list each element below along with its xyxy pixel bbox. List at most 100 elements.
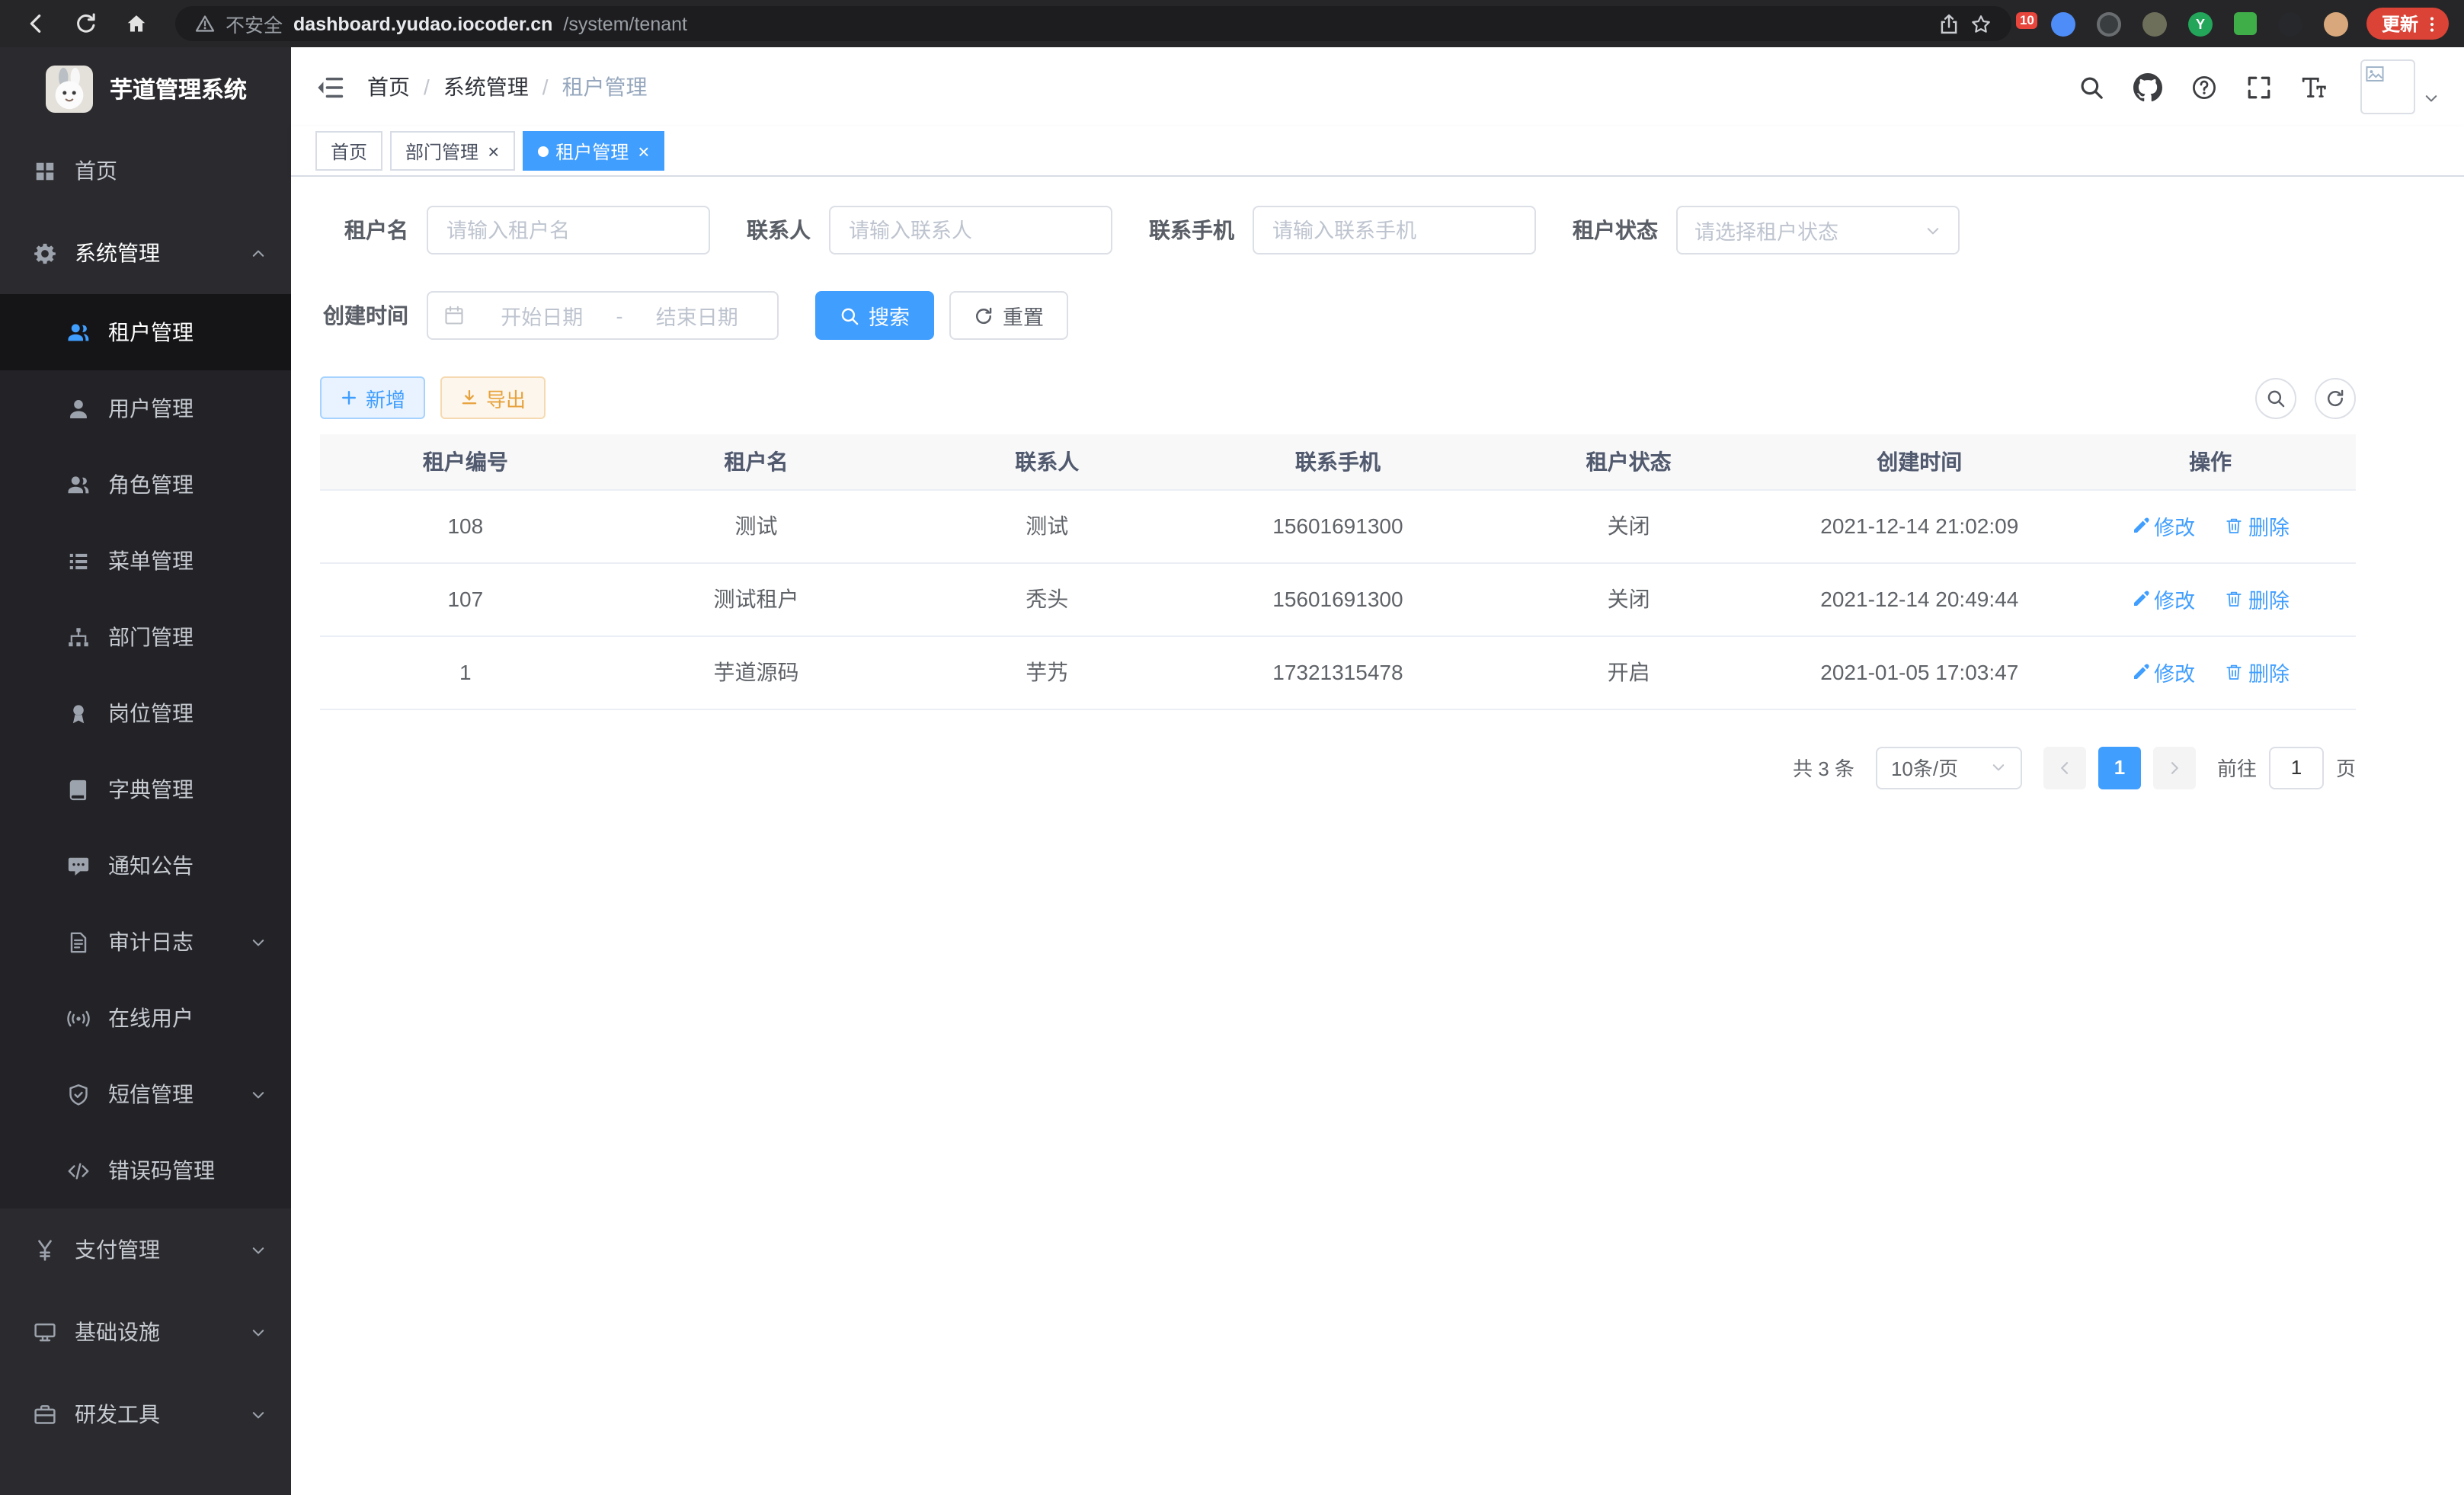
profile-avatar-icon[interactable] [2324, 11, 2348, 36]
url-path: /system/tenant [563, 13, 687, 34]
filter-create-time: 创建时间 开始日期 - 结束日期 [320, 291, 779, 340]
font-size-icon[interactable] [2301, 74, 2327, 100]
address-bar[interactable]: 不安全 dashboard.yudao.iocoder.cn/system/te… [175, 6, 2011, 41]
dict-book-icon [67, 778, 90, 801]
filter-phone: 联系手机 [1149, 206, 1536, 255]
share-icon[interactable] [1938, 13, 1960, 34]
refresh-icon [974, 306, 994, 325]
date-end-input[interactable]: 结束日期 [632, 300, 763, 331]
status-select[interactable]: 请选择租户状态 [1676, 206, 1960, 255]
toggle-search-button[interactable] [2255, 377, 2296, 418]
sidebar-item-role-management[interactable]: 角色管理 [0, 447, 291, 523]
extension-icon[interactable]: Y [2188, 11, 2213, 36]
table-row: 1 芋道源码 芋艿 17321315478 开启 2021-01-05 17:0… [320, 635, 2356, 709]
pagination-total: 共 3 条 [1793, 753, 1854, 782]
trash-icon [2226, 663, 2244, 681]
bookmark-star-icon[interactable] [1970, 13, 1992, 34]
browser-back-button[interactable] [15, 4, 55, 43]
help-icon[interactable] [2191, 74, 2217, 100]
sidebar-item-payment[interactable]: 支付管理 [0, 1208, 291, 1291]
tenant-name-input[interactable] [427, 206, 710, 255]
sidebar-item-home[interactable]: 首页 [0, 130, 291, 212]
edit-link[interactable]: 修改 [2131, 584, 2195, 614]
close-icon[interactable]: × [488, 141, 499, 161]
extension-icon[interactable] [2142, 11, 2167, 36]
sidebar-item-online-users[interactable]: 在线用户 [0, 980, 291, 1056]
export-button[interactable]: 导出 [440, 376, 546, 419]
column-header: 租户名 [611, 434, 902, 489]
prev-page-button[interactable] [2043, 746, 2086, 789]
tenant-table: 租户编号 租户名 联系人 联系手机 租户状态 创建时间 操作 108 测试 [320, 434, 2356, 709]
extension-icon[interactable] [2278, 11, 2302, 36]
breadcrumb-home[interactable]: 首页 [367, 72, 410, 102]
next-page-button[interactable] [2153, 746, 2196, 789]
edit-link[interactable]: 修改 [2131, 657, 2195, 687]
sidebar-item-menu-management[interactable]: 菜单管理 [0, 523, 291, 599]
search-button[interactable]: 搜索 [815, 291, 934, 340]
status-text: 开启 [1483, 635, 1774, 709]
menu-list-icon [67, 549, 90, 572]
github-icon[interactable] [2133, 72, 2162, 101]
sidebar-item-dept-management[interactable]: 部门管理 [0, 599, 291, 675]
tab-tenant-management[interactable]: 租户管理 × [522, 131, 664, 171]
sidebar-item-post-management[interactable]: 岗位管理 [0, 675, 291, 751]
close-icon[interactable]: × [638, 141, 649, 161]
sidebar-item-audit-log[interactable]: 审计日志 [0, 904, 291, 980]
delete-link[interactable]: 删除 [2226, 511, 2290, 541]
notice-bubble-icon [67, 854, 90, 877]
edit-link[interactable]: 修改 [2131, 511, 2195, 541]
date-range-picker[interactable]: 开始日期 - 结束日期 [427, 291, 779, 340]
page-suffix: 页 [2336, 753, 2356, 782]
tab-home[interactable]: 首页 [315, 131, 382, 171]
page-number-button[interactable]: 1 [2098, 746, 2141, 789]
toolbox-icon [34, 1403, 56, 1426]
date-start-input[interactable]: 开始日期 [477, 300, 607, 331]
add-button[interactable]: 新增 [320, 376, 425, 419]
sidebar-item-infrastructure[interactable]: 基础设施 [0, 1291, 291, 1373]
sidebar-item-user-management[interactable]: 用户管理 [0, 370, 291, 447]
online-signal-icon [67, 1007, 90, 1029]
delete-link[interactable]: 删除 [2226, 657, 2290, 687]
search-icon[interactable] [2078, 74, 2104, 100]
browser-update-button[interactable]: 更新 [2366, 8, 2449, 40]
broken-image-icon [2365, 64, 2385, 84]
filter-status: 租户状态 请选择租户状态 [1573, 206, 1960, 255]
fullscreen-icon[interactable] [2246, 74, 2272, 100]
sidebar-item-tenant-management[interactable]: 租户管理 [0, 294, 291, 370]
phone-input[interactable] [1253, 206, 1536, 255]
date-range-separator: - [613, 304, 626, 327]
refresh-button[interactable] [2315, 377, 2356, 418]
extension-icon[interactable] [2051, 11, 2075, 36]
column-header: 租户编号 [320, 434, 611, 489]
sidebar-item-sms-management[interactable]: 短信管理 [0, 1056, 291, 1132]
browser-reload-button[interactable] [66, 4, 105, 43]
page-size-select[interactable]: 10条/页 [1876, 746, 2022, 789]
create-time-label: 创建时间 [320, 300, 408, 331]
tab-dept-management[interactable]: 部门管理 × [390, 131, 514, 171]
kebab-menu-icon [2423, 14, 2441, 33]
sidebar-item-dev-tools[interactable]: 研发工具 [0, 1373, 291, 1455]
sidebar-item-error-code[interactable]: 错误码管理 [0, 1132, 291, 1208]
breadcrumb-system-management[interactable]: 系统管理 [443, 72, 529, 102]
tenant-users-icon [67, 321, 90, 344]
browser-home-button[interactable] [116, 4, 155, 43]
goto-page-input[interactable] [2269, 746, 2324, 789]
browser-extensions: 10 Y [2030, 11, 2348, 36]
user-avatar-dropdown[interactable] [2360, 59, 2440, 114]
sidebar-item-notice[interactable]: 通知公告 [0, 828, 291, 904]
app-logo-row[interactable]: 芋道管理系统 [0, 47, 291, 130]
extension-icon[interactable] [2097, 11, 2121, 36]
sidebar-item-dict-management[interactable]: 字典管理 [0, 751, 291, 828]
contact-input[interactable] [829, 206, 1112, 255]
monitor-icon [34, 1321, 56, 1343]
delete-link[interactable]: 删除 [2226, 584, 2290, 614]
sidebar-collapse-icon[interactable] [315, 72, 344, 101]
sidebar-item-system-management[interactable]: 系统管理 [0, 212, 291, 294]
column-header: 联系人 [901, 434, 1192, 489]
extension-icon[interactable] [2234, 12, 2257, 35]
dashboard-icon [34, 159, 56, 182]
column-header: 租户状态 [1483, 434, 1774, 489]
trash-icon [2226, 517, 2244, 535]
reset-button[interactable]: 重置 [949, 291, 1068, 340]
user-icon [67, 397, 90, 420]
